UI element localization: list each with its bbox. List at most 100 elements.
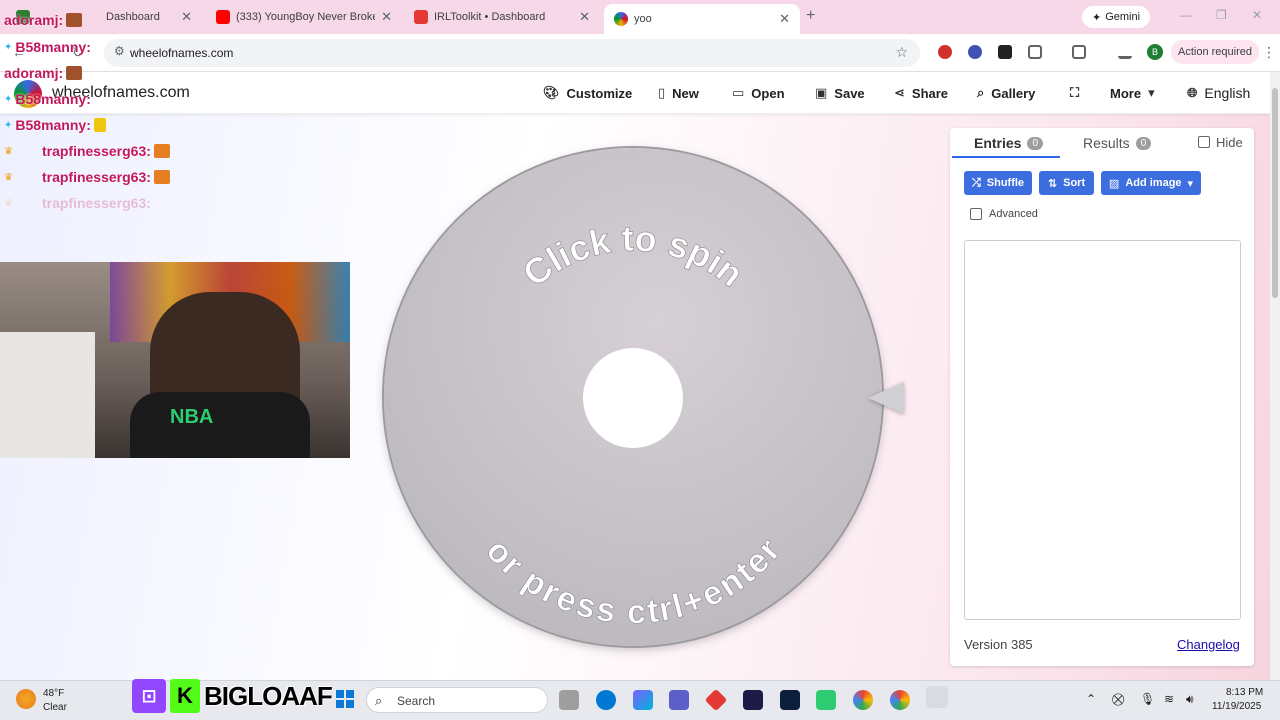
gallery-label: Gallery bbox=[991, 85, 1036, 101]
caret-down-icon: ▾ bbox=[1187, 177, 1194, 190]
share-icon: ⋖ bbox=[894, 85, 905, 100]
browser-tab-bar: Dashboard ✕ (333) YoungBoy Never Broke A… bbox=[0, 0, 1280, 34]
changelog-link[interactable]: Changelog bbox=[1177, 637, 1240, 652]
tab-title: (333) YoungBoy Never Broke Ag bbox=[236, 11, 375, 23]
tab-irltoolkit[interactable]: IRLToolkit • Dashboard ✕ bbox=[404, 4, 600, 30]
new-tab-button[interactable]: + bbox=[806, 7, 815, 25]
extension-blue-icon[interactable] bbox=[968, 45, 982, 59]
open-button[interactable]: ▭ Open bbox=[732, 85, 785, 101]
tab-youtube[interactable]: (333) YoungBoy Never Broke Ag ✕ bbox=[206, 4, 402, 30]
weather-moon-icon[interactable] bbox=[16, 689, 36, 709]
shuffle-button[interactable]: ⤮ Shuffle bbox=[964, 171, 1032, 195]
premiere-icon[interactable] bbox=[743, 690, 763, 710]
tab-yoo[interactable]: yoo ✕ bbox=[604, 4, 800, 34]
wheel-center-hub[interactable] bbox=[583, 348, 683, 448]
language-button[interactable]: 🌐︎ English bbox=[1187, 85, 1250, 101]
clock-date[interactable]: 11/19/2025 bbox=[1212, 701, 1261, 712]
wheel-favicon-icon bbox=[614, 12, 628, 26]
green-app-icon[interactable] bbox=[816, 690, 836, 710]
more-button[interactable]: More ▾ bbox=[1110, 85, 1155, 101]
stream-name-banner: ⊡ K BIGLOAAF bbox=[132, 676, 336, 716]
weather-temperature[interactable]: 48°F bbox=[43, 688, 64, 699]
restore-icon[interactable]: ❐ bbox=[1216, 8, 1227, 22]
badge-icon: ✦ bbox=[4, 93, 13, 105]
save-button[interactable]: ▣ Save bbox=[815, 85, 865, 101]
extensions-puzzle-icon[interactable] bbox=[1028, 45, 1042, 59]
browser-menu-icon[interactable]: ⋮ bbox=[1262, 44, 1276, 61]
entries-label: Entries bbox=[974, 135, 1022, 151]
tab-search-icon[interactable] bbox=[1072, 45, 1086, 59]
clock-time[interactable]: 8:13 PM bbox=[1226, 687, 1263, 698]
edge-icon[interactable] bbox=[596, 690, 616, 710]
globe-icon: 🌐︎ bbox=[1187, 85, 1198, 100]
close-tab-icon[interactable]: ✕ bbox=[779, 11, 790, 27]
chat-username: adoramj: bbox=[4, 65, 64, 81]
tab-entries[interactable]: Entries 0 bbox=[974, 135, 1044, 151]
extension-dark-icon[interactable] bbox=[998, 45, 1012, 59]
extension-red-icon[interactable] bbox=[938, 45, 952, 59]
close-tab-icon[interactable]: ✕ bbox=[181, 9, 192, 25]
volume-icon[interactable]: 🔊︎ bbox=[1186, 692, 1194, 707]
tab-results[interactable]: Results 0 bbox=[1083, 135, 1152, 151]
advanced-checkbox[interactable] bbox=[970, 208, 982, 220]
tray-app-icon[interactable]: ⛒ bbox=[1112, 692, 1124, 707]
language-label: English bbox=[1204, 85, 1251, 101]
media-controls-icon[interactable] bbox=[1118, 45, 1132, 59]
entries-textarea[interactable] bbox=[964, 240, 1241, 620]
chrome-icon[interactable] bbox=[853, 690, 873, 710]
tray-chevron-up-icon[interactable]: ⌃ bbox=[1086, 692, 1096, 706]
search-icon: ⌕ bbox=[977, 85, 985, 100]
chat-username: adoramj: bbox=[4, 12, 64, 28]
hide-label: Hide bbox=[1216, 135, 1243, 150]
version-text: Version 385 bbox=[964, 637, 1033, 652]
task-view-icon[interactable] bbox=[559, 690, 579, 710]
new-button[interactable]: ▯ New bbox=[658, 85, 699, 101]
hide-checkbox[interactable] bbox=[1198, 136, 1210, 148]
results-label: Results bbox=[1083, 135, 1130, 151]
open-label: Open bbox=[751, 85, 785, 101]
close-window-icon[interactable]: ✕ bbox=[1252, 8, 1262, 22]
action-required-button[interactable]: Action required bbox=[1171, 40, 1259, 64]
save-label: Save bbox=[834, 85, 865, 101]
scrollbar-thumb[interactable] bbox=[1272, 88, 1278, 298]
teams-icon[interactable] bbox=[669, 690, 689, 710]
windows-start-icon[interactable] bbox=[336, 690, 354, 708]
customize-button[interactable]: 🎨︎ Customize bbox=[543, 85, 632, 101]
photoshop-icon[interactable] bbox=[780, 690, 800, 710]
taskbar-search[interactable]: ⌕ Search bbox=[366, 687, 548, 713]
close-tab-icon[interactable]: ✕ bbox=[381, 9, 392, 25]
gallery-button[interactable]: ⌕ Gallery bbox=[977, 85, 1035, 101]
browser-toolbar: ← ↻ ⚙ wheelofnames.com ☆ B Action requir… bbox=[0, 34, 1280, 72]
wheel-bottom-text: or press ctrl+enter bbox=[479, 532, 788, 632]
wifi-icon[interactable]: ≋ bbox=[1164, 692, 1174, 706]
chat-message: ♛ trapfinesserg63: bbox=[4, 167, 170, 187]
chrome-profile-icon[interactable] bbox=[890, 690, 910, 710]
chat-message: adoramj: bbox=[4, 63, 83, 83]
advanced-label: Advanced bbox=[989, 208, 1038, 220]
page-scrollbar[interactable] bbox=[1270, 72, 1280, 680]
chat-message: ♛ trapfinesserg63: bbox=[4, 193, 151, 213]
floppy-disk-icon: ▣ bbox=[815, 85, 828, 100]
image-icon: ▨ bbox=[1108, 177, 1120, 190]
fullscreen-button[interactable]: ⛶ bbox=[1070, 85, 1079, 101]
add-image-button[interactable]: ▨ Add image ▾ bbox=[1101, 171, 1201, 195]
copilot-icon[interactable] bbox=[633, 690, 653, 710]
badge-icon: ✦ bbox=[4, 119, 13, 131]
gemini-label: Gemini bbox=[1105, 11, 1141, 23]
address-bar[interactable]: ⚙ wheelofnames.com ☆ bbox=[104, 39, 920, 67]
weather-description[interactable]: Clear bbox=[43, 702, 67, 713]
minimize-icon[interactable]: — bbox=[1180, 8, 1192, 22]
share-button[interactable]: ⋖ Share bbox=[894, 85, 948, 101]
folder-open-icon: ▭ bbox=[732, 85, 745, 100]
profile-avatar[interactable]: B bbox=[1147, 44, 1163, 60]
obs-icon[interactable] bbox=[926, 686, 948, 708]
gemini-button[interactable]: ✦ Gemini bbox=[1082, 6, 1150, 28]
sort-button[interactable]: ⇅ Sort bbox=[1039, 171, 1094, 195]
close-tab-icon[interactable]: ✕ bbox=[579, 9, 590, 25]
microphone-icon[interactable]: 🎙︎ bbox=[1140, 692, 1155, 706]
crown-badge-icon: ♛ bbox=[4, 171, 13, 183]
site-settings-icon[interactable]: ⚙ bbox=[114, 44, 125, 58]
customize-label: Customize bbox=[566, 85, 633, 101]
bookmark-star-icon[interactable]: ☆ bbox=[895, 44, 908, 61]
search-icon: ⌕ bbox=[375, 693, 383, 708]
